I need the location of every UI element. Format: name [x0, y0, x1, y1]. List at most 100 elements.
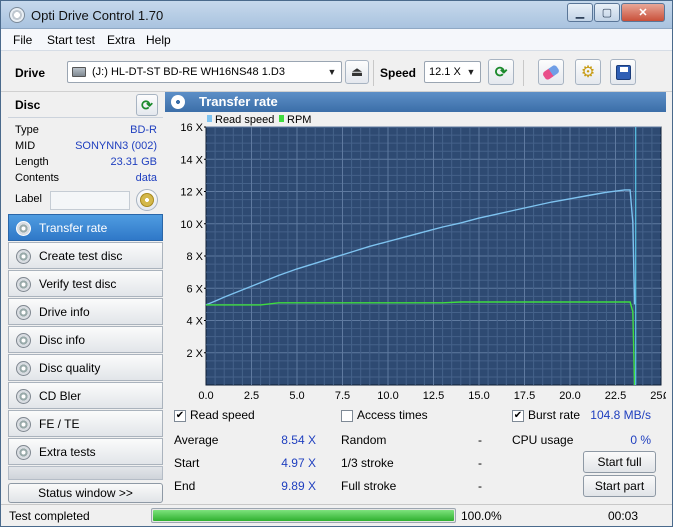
x-tick-label: 12.5	[423, 390, 444, 402]
access-times-checkbox[interactable]	[341, 410, 353, 422]
start-full-button[interactable]: Start full	[583, 451, 656, 473]
random-value: -	[478, 433, 482, 447]
y-tick-label: 4 X	[186, 316, 203, 328]
refresh-icon: ⟳	[141, 96, 153, 113]
chart-svg: 2 X 4 X 6 X 8 X 10 X 12 X 14 X 16 X 0.0 2.5 5.0 7.5…	[180, 114, 673, 402]
refresh-speed-button[interactable]: ⟳	[488, 59, 514, 85]
one-third-stroke-value: -	[478, 456, 482, 470]
nav-label: Transfer rate	[39, 221, 108, 235]
disc-info-key: Length	[15, 156, 49, 168]
elapsed-time: 00:03	[608, 509, 639, 523]
eject-icon: ⏏	[350, 64, 364, 79]
nav-label: Extra tests	[39, 445, 96, 459]
save-button[interactable]	[610, 59, 636, 85]
menu-help[interactable]: Help	[146, 33, 171, 47]
nav-transfer-rate[interactable]: Transfer rate	[8, 214, 163, 241]
nav-label: FE / TE	[39, 417, 80, 431]
nav-verify-test-disc[interactable]: Verify test disc	[8, 270, 163, 297]
nav-label: Create test disc	[39, 249, 123, 263]
nav-disc-info[interactable]: Disc info	[8, 326, 163, 353]
y-tick-label: 12 X	[180, 187, 203, 199]
legend-swatch	[207, 115, 212, 122]
full-stroke-value: -	[478, 479, 482, 493]
settings-button[interactable]: ⚙	[575, 59, 601, 85]
nav-label: Disc quality	[39, 361, 101, 375]
y-tick-label: 14 X	[180, 154, 203, 166]
disc-info-value: SONYNN3 (002)	[75, 140, 157, 152]
disc-refresh-button[interactable]: ⟳	[136, 94, 158, 116]
minimize-button[interactable]: ▁	[567, 3, 593, 22]
nav-cd-bler[interactable]: CD Bler	[8, 382, 163, 409]
disc-icon	[16, 305, 31, 320]
disc-info-value: BD-R	[130, 124, 157, 136]
x-tick-label: 15.0	[468, 390, 489, 402]
erase-button[interactable]	[538, 59, 564, 85]
menu-start-test[interactable]: Start test	[47, 33, 95, 47]
disc-info-row: Type BD-R	[8, 124, 163, 140]
close-button[interactable]: ✕	[621, 3, 665, 22]
average-label: Average	[174, 433, 219, 447]
disc-icon	[16, 445, 31, 460]
speed-select-value: 12.1 X	[429, 66, 461, 78]
transfer-rate-chart: 2 X 4 X 6 X 8 X 10 X 12 X 14 X 16 X 0.0 2.5 5.0 7.5…	[165, 112, 673, 404]
end-label: End	[174, 479, 196, 493]
speed-select[interactable]: 12.1 X ▼	[424, 61, 481, 83]
eject-button[interactable]: ⏏	[345, 60, 369, 84]
legend-swatch	[279, 115, 284, 122]
drive-select[interactable]: (J:) HL-DT-ST BD-RE WH16NS48 1.D3 ▼	[67, 61, 342, 83]
start-label: Start	[174, 456, 200, 470]
chevron-down-icon: ▼	[466, 67, 476, 77]
chevron-down-icon: ▼	[327, 67, 337, 77]
sidebar: Disc ⟳ Type BD-R MID SONYNN3 (002) Length 2…	[8, 92, 163, 506]
panel-disc-icon	[171, 95, 185, 109]
nav-label: Verify test disc	[39, 277, 117, 291]
access-times-label: Access times	[357, 408, 428, 422]
checkmark-icon: ✔	[175, 410, 185, 421]
burst-rate-checkbox[interactable]: ✔	[512, 410, 524, 422]
disc-label-button[interactable]	[136, 189, 158, 211]
menu-extra[interactable]: Extra	[107, 33, 135, 47]
minimize-icon: ▁	[575, 7, 585, 19]
panel-title: Transfer rate	[199, 94, 278, 109]
nav-label: Drive info	[39, 305, 90, 319]
burst-rate-label: Burst rate	[528, 408, 581, 422]
refresh-icon: ⟳	[494, 64, 508, 81]
disc-header: Disc ⟳	[8, 92, 163, 118]
y-tick-label: 2 X	[186, 348, 203, 360]
disc-icon	[16, 249, 31, 264]
speed-label: Speed	[380, 66, 417, 80]
x-tick-label: 0.0	[198, 390, 213, 402]
disc-info-row: Length 23.31 GB	[8, 156, 163, 172]
random-label: Random	[341, 433, 387, 447]
x-tick-label: 22.5	[605, 390, 626, 402]
disc-label-input[interactable]	[50, 191, 130, 210]
nav-extra-tests[interactable]: Extra tests	[8, 438, 163, 465]
disc-icon	[16, 361, 31, 376]
y-tick-label: 16 X	[180, 122, 203, 134]
cpu-usage-label: CPU usage	[512, 433, 574, 447]
drive-label: Drive	[15, 66, 46, 80]
x-tick-label: 10.0	[377, 390, 398, 402]
read-speed-checkbox[interactable]: ✔	[174, 410, 186, 422]
checkmark-icon: ✔	[513, 410, 523, 421]
nav-label: Disc info	[39, 333, 86, 347]
nav-fe-te[interactable]: FE / TE	[8, 410, 163, 437]
disc-label-key: Label	[15, 193, 42, 205]
menu-file[interactable]: File	[13, 33, 32, 47]
disc-icon	[16, 333, 31, 348]
nav-create-test-disc[interactable]: Create test disc	[8, 242, 163, 269]
nav-disc-quality[interactable]: Disc quality	[8, 354, 163, 381]
nav-drive-info[interactable]: Drive info	[8, 298, 163, 325]
start-part-button[interactable]: Start part	[583, 475, 656, 497]
transfer-rate-panel: Transfer rate 2 X 4 X 6 X 8 X 10 X 12 X 14 X 16…	[165, 92, 673, 506]
y-tick-label: 6 X	[186, 283, 203, 295]
status-window-button[interactable]: Status window >>	[8, 483, 163, 503]
maximize-button[interactable]: ▢	[594, 3, 620, 22]
disc-info-value: data	[135, 172, 157, 184]
disc-info-key: MID	[15, 140, 36, 152]
title-bar: Opti Drive Control 1.70 ▁ ▢ ✕	[1, 1, 672, 29]
gears-icon: ⚙	[580, 64, 596, 81]
maximize-icon: ▢	[601, 7, 613, 19]
status-text: Test completed	[9, 509, 90, 523]
drive-icon	[72, 67, 86, 77]
